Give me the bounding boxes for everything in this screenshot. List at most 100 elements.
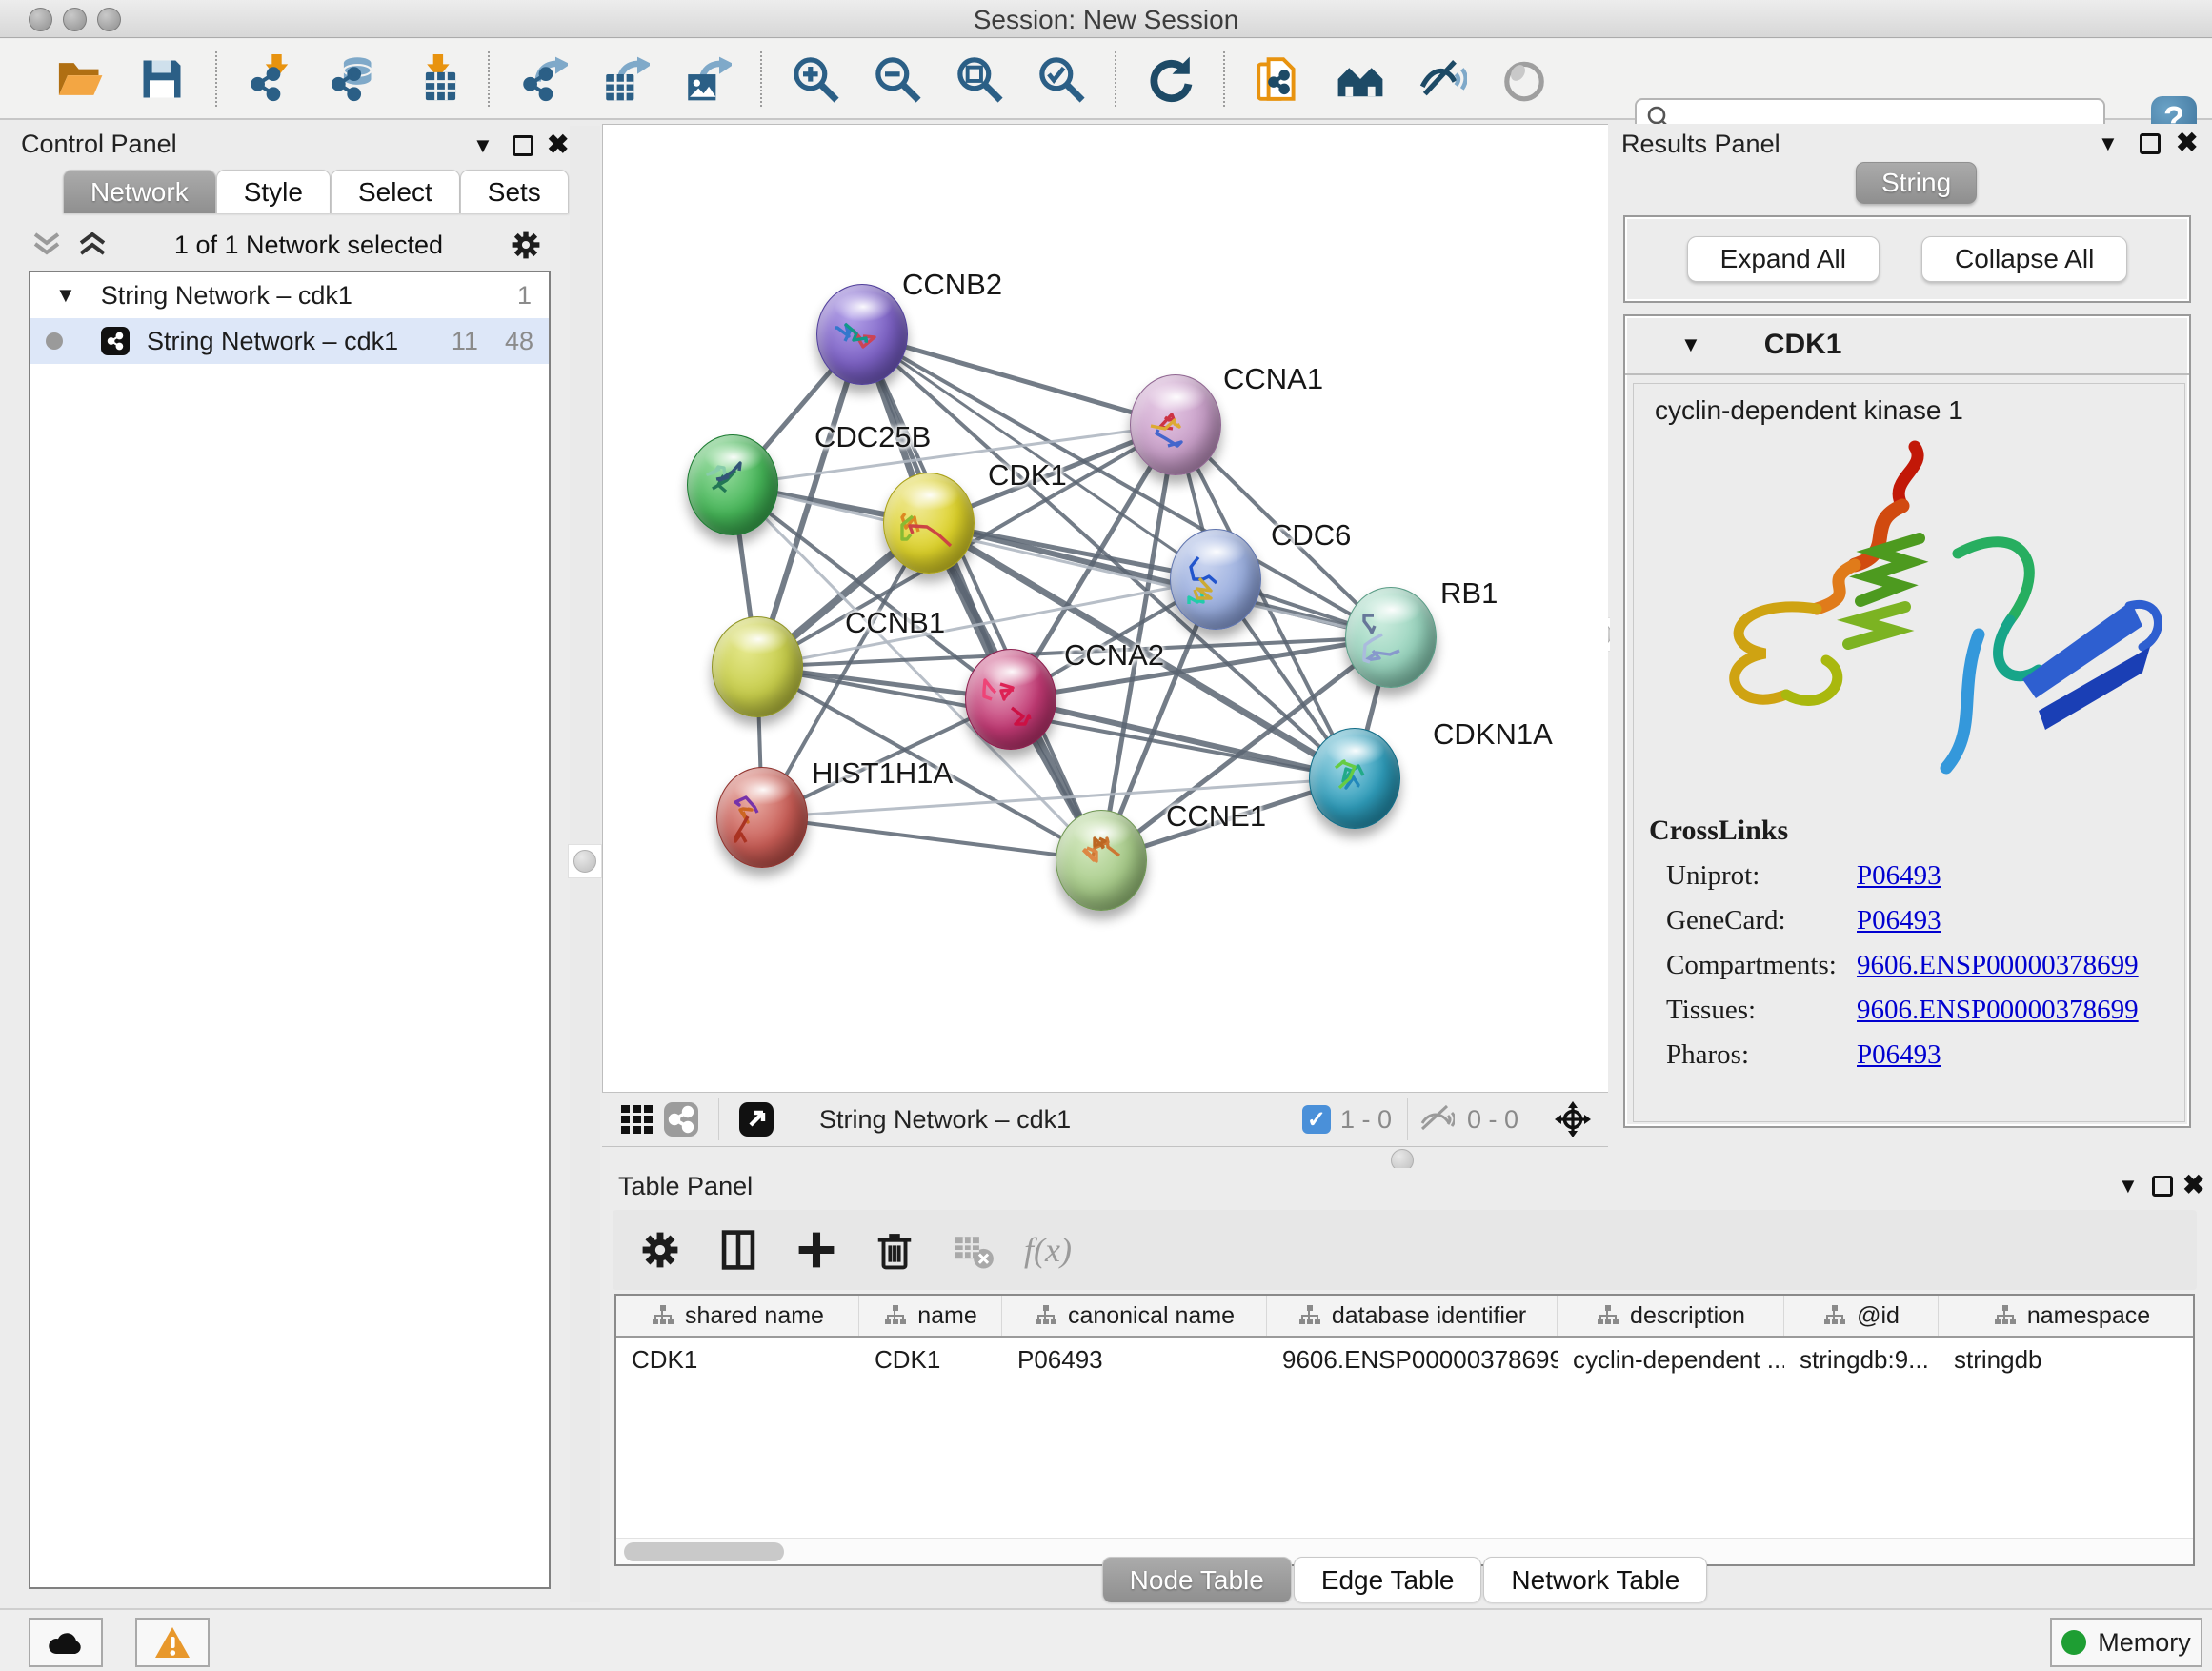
presentation-mode-icon[interactable] [1498, 52, 1551, 106]
refresh-icon[interactable] [1143, 52, 1196, 106]
edge-CCNB2-CCNA1[interactable] [862, 334, 1176, 425]
export-image-icon[interactable] [680, 52, 734, 106]
save-session-icon[interactable] [135, 52, 189, 106]
birdseye-view-icon[interactable] [734, 1097, 778, 1141]
network-canvas[interactable]: CCNB2CCNA1CDC25BCDK1CDC6RB1CCNB1CCNA2CDK… [602, 124, 1608, 1092]
table-cell[interactable]: 9606.ENSP00000378699 [1267, 1338, 1558, 1381]
zoom-selected-icon[interactable] [1035, 52, 1088, 106]
zoom-fit-icon[interactable] [953, 52, 1006, 106]
float-table-icon[interactable] [2152, 1176, 2173, 1197]
column-header-name[interactable]: name [859, 1296, 1002, 1336]
expand-all-icon[interactable] [76, 231, 109, 259]
tab-sets[interactable]: Sets [460, 170, 569, 213]
tab-select[interactable]: Select [331, 170, 460, 213]
import-network-icon[interactable] [244, 52, 297, 106]
zoom-out-icon[interactable] [871, 52, 924, 106]
hide-panels-icon[interactable] [1416, 52, 1469, 106]
tab-string[interactable]: String [1856, 162, 1977, 204]
window-title: Session: New Session [0, 5, 2212, 35]
crosslink-link[interactable]: P06493 [1857, 905, 1941, 936]
gene-expander-icon[interactable]: ▼ [1680, 332, 1701, 357]
table-cell[interactable]: stringdb [1939, 1338, 2195, 1381]
crosslink-label: Pharos: [1649, 1039, 1857, 1071]
gear-icon[interactable] [509, 228, 543, 262]
network-share-icon[interactable] [659, 1097, 703, 1141]
node-label-CCNB1: CCNB1 [845, 606, 945, 640]
left-splitter-handle[interactable] [573, 850, 596, 873]
table-cell[interactable]: P06493 [1002, 1338, 1267, 1381]
table-settings-gear-icon[interactable] [633, 1223, 687, 1277]
string-document-icon[interactable] [1252, 52, 1305, 106]
open-session-icon[interactable] [53, 52, 107, 106]
network-row[interactable]: String Network – cdk1 11 48 [30, 318, 549, 364]
crosslink-link[interactable]: 9606.ENSP00000378699 [1857, 950, 2139, 981]
expand-all-button[interactable]: Expand All [1687, 236, 1880, 282]
node-CCNB1[interactable] [712, 616, 803, 717]
tab-style[interactable]: Style [216, 170, 331, 213]
column-header-canonical-name[interactable]: canonical name [1002, 1296, 1267, 1336]
column-header-database-identifier[interactable]: database identifier [1267, 1296, 1558, 1336]
cloud-status-button[interactable] [29, 1618, 103, 1667]
node-CCNA2[interactable] [965, 649, 1056, 750]
collapse-panel-icon[interactable]: ▼ [473, 133, 493, 158]
import-database-icon[interactable] [326, 52, 379, 106]
table-cell[interactable]: stringdb:9... [1784, 1338, 1939, 1381]
collapse-results-icon[interactable]: ▼ [2098, 131, 2119, 156]
column-header-namespace[interactable]: namespace [1939, 1296, 2195, 1336]
table-cell[interactable]: cyclin-dependent ... [1558, 1338, 1784, 1381]
node-HIST1H1A[interactable] [716, 767, 808, 868]
collapse-all-button[interactable]: Collapse All [1921, 236, 2127, 282]
node-CDC25B[interactable] [687, 434, 778, 535]
node-CDK1[interactable] [883, 473, 975, 574]
export-table-icon[interactable] [598, 52, 652, 106]
crosslink-link[interactable]: P06493 [1857, 860, 1941, 892]
tab-node-table[interactable]: Node Table [1102, 1557, 1292, 1602]
left-splitter[interactable] [570, 126, 600, 1602]
toolbar-group [1116, 52, 1223, 106]
close-results-icon[interactable]: ✖ [2176, 127, 2198, 158]
fit-crosshair-icon[interactable] [1551, 1097, 1595, 1141]
column-header-shared-name[interactable]: shared name [616, 1296, 859, 1336]
close-panel-icon[interactable]: ✖ [547, 129, 569, 160]
column-header-description[interactable]: description [1558, 1296, 1784, 1336]
collection-expander-icon[interactable]: ▼ [55, 283, 76, 308]
node-CDKN1A[interactable] [1309, 728, 1400, 829]
node-table[interactable]: shared name name canonical name database… [614, 1294, 2195, 1566]
collapse-all-icon[interactable] [30, 231, 63, 259]
edge-HIST1H1A-CCNE1[interactable] [762, 817, 1101, 860]
close-table-icon[interactable]: ✖ [2182, 1169, 2204, 1200]
column-header--id[interactable]: @id [1784, 1296, 1939, 1336]
network-node-count: 11 [452, 327, 478, 356]
node-CCNB2[interactable] [816, 284, 908, 385]
show-columns-icon[interactable] [712, 1223, 765, 1277]
float-panel-icon[interactable] [513, 135, 533, 156]
network-collection-row[interactable]: ▼ String Network – cdk1 1 [30, 272, 549, 318]
home-nav-icon[interactable] [1334, 52, 1387, 106]
gene-card-header[interactable]: ▼ CDK1 [1625, 316, 2189, 375]
edge-CCNA2-CDKN1A[interactable] [1011, 699, 1355, 778]
grid-view-icon[interactable] [615, 1097, 659, 1141]
node-CCNA1[interactable] [1130, 374, 1221, 475]
memory-button[interactable]: Memory [2050, 1618, 2202, 1667]
node-CCNE1[interactable] [1056, 810, 1147, 911]
delete-column-icon[interactable] [868, 1223, 921, 1277]
crosslink-link[interactable]: P06493 [1857, 1039, 1941, 1071]
node-CDC6[interactable] [1170, 529, 1261, 630]
crosslink-link[interactable]: 9606.ENSP00000378699 [1857, 995, 2139, 1026]
warning-status-button[interactable] [135, 1618, 210, 1667]
add-column-icon[interactable] [790, 1223, 843, 1277]
export-network-icon[interactable] [516, 52, 570, 106]
import-table-icon[interactable] [408, 52, 461, 106]
table-row[interactable]: CDK1CDK1P064939606.ENSP00000378699cyclin… [616, 1338, 2193, 1381]
table-cell[interactable]: CDK1 [616, 1338, 859, 1381]
tab-network[interactable]: Network [63, 170, 216, 213]
tab-edge-table[interactable]: Edge Table [1294, 1557, 1482, 1602]
selected-checkbox-icon[interactable]: ✓ [1302, 1105, 1331, 1134]
tab-network-table[interactable]: Network Table [1483, 1557, 1707, 1602]
collapse-table-icon[interactable]: ▼ [2118, 1174, 2139, 1198]
node-RB1[interactable] [1345, 587, 1437, 688]
float-results-icon[interactable] [2140, 133, 2161, 154]
node-label-CCNA1: CCNA1 [1223, 362, 1323, 396]
zoom-in-icon[interactable] [789, 52, 842, 106]
table-cell[interactable]: CDK1 [859, 1338, 1002, 1381]
